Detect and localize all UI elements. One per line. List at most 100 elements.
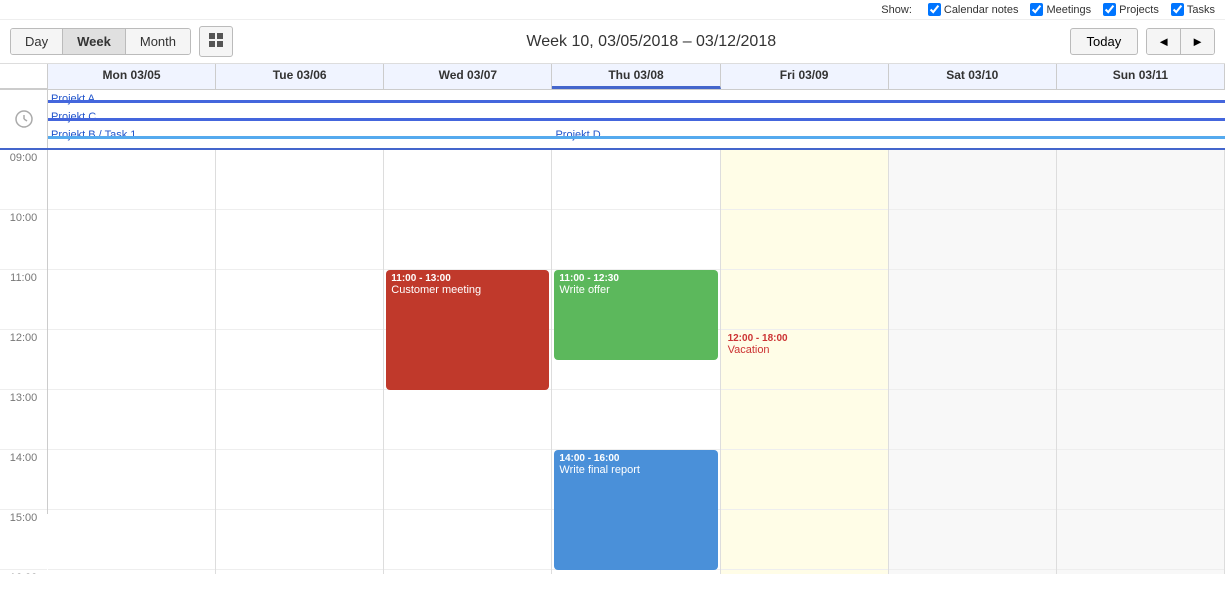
day-col-3: 11:00 - 12:30Write offer14:00 - 16:00Wri…: [552, 150, 720, 574]
hour-cell-d1-h2: [216, 210, 383, 270]
hour-cell-d1-h3: [216, 270, 383, 330]
hour-cell-d2-h2: [384, 210, 551, 270]
hour-cell-d1-h4: [216, 330, 383, 390]
hour-cell-d5-h6: [889, 450, 1056, 510]
hour-cell-d6-h6: [1057, 450, 1224, 510]
show-calendar-notes[interactable]: Calendar notes: [928, 3, 1019, 16]
today-button[interactable]: Today: [1070, 28, 1139, 55]
clock-icon: [14, 109, 34, 129]
hour-cell-d0-h3: [48, 270, 215, 330]
show-meetings[interactable]: Meetings: [1030, 3, 1091, 16]
hour-cell-d0-h1: [48, 150, 215, 210]
day-col-1: [216, 150, 384, 574]
day-header-thu: Thu 03/08: [552, 64, 720, 89]
hour-cell-d1-h7: [216, 510, 383, 570]
hour-cell-d5-h3: [889, 270, 1056, 330]
hour-cell-d3-h8: [552, 570, 719, 574]
hour-cell-d6-h5: [1057, 390, 1224, 450]
time-label-14: 14:00: [0, 450, 47, 510]
allday-content: Projekt A Projekt C Projekt B / Task 1 P…: [48, 90, 1225, 148]
projekt-c-bar: [48, 118, 1225, 121]
time-gutter-header: [0, 64, 48, 89]
hour-cell-d6-h8: [1057, 570, 1224, 574]
hour-cell-d0-h4: [48, 330, 215, 390]
day-columns: 11:00 - 13:00Customer meeting11:00 - 12:…: [48, 150, 1225, 574]
calendar-notes-checkbox[interactable]: [928, 3, 941, 16]
hour-cell-d6-h7: [1057, 510, 1224, 570]
hour-cell-d5-h5: [889, 390, 1056, 450]
month-view-button[interactable]: Month: [126, 29, 190, 54]
time-label-16: 16:00: [0, 570, 47, 574]
time-label-11: 11:00: [0, 270, 47, 330]
projects-checkbox[interactable]: [1103, 3, 1116, 16]
event-time-write_final_report: 14:00 - 16:00: [559, 453, 712, 464]
day-header-sat: Sat 03/10: [889, 64, 1057, 89]
day-view-button[interactable]: Day: [11, 29, 63, 54]
time-label-9: 09:00: [0, 150, 47, 210]
hour-cell-d5-h7: [889, 510, 1056, 570]
show-tasks[interactable]: Tasks: [1171, 3, 1215, 16]
meetings-checkbox[interactable]: [1030, 3, 1043, 16]
day-col-0: [48, 150, 216, 574]
hour-cell-d4-h2: [721, 210, 888, 270]
show-bar: Show: Calendar notes Meetings Projects T…: [0, 0, 1225, 20]
day-header-sun: Sun 03/11: [1057, 64, 1225, 89]
show-projects[interactable]: Projects: [1103, 3, 1159, 16]
projekt-b-bar: [48, 136, 552, 139]
hour-cell-d6-h3: [1057, 270, 1224, 330]
day-header-row: Mon 03/05 Tue 03/06 Wed 03/07 Thu 03/08 …: [0, 64, 1225, 90]
time-label-12: 12:00: [0, 330, 47, 390]
nav-buttons: ◄ ►: [1146, 28, 1215, 55]
hour-cell-d5-h1: [889, 150, 1056, 210]
week-view-button[interactable]: Week: [63, 29, 126, 54]
hour-cell-d5-h4: [889, 330, 1056, 390]
prev-button[interactable]: ◄: [1147, 29, 1181, 54]
event-title-write_offer: Write offer: [559, 284, 712, 296]
tasks-checkbox[interactable]: [1171, 3, 1184, 16]
hour-cell-d3-h5: [552, 390, 719, 450]
calendar-container: Mon 03/05 Tue 03/06 Wed 03/07 Thu 03/08 …: [0, 64, 1225, 574]
event-time-vacation: 12:00 - 18:00: [728, 333, 881, 344]
allday-row: Projekt A Projekt C Projekt B / Task 1 P…: [0, 90, 1225, 150]
allday-event-projekt-d[interactable]: Projekt D: [552, 128, 1225, 142]
hour-cell-d2-h6: [384, 450, 551, 510]
allday-event-projekt-b[interactable]: Projekt B / Task 1: [48, 128, 552, 142]
week-title: Week 10, 03/05/2018 – 03/12/2018: [241, 33, 1062, 51]
projekt-a-bar: [48, 100, 1225, 103]
show-label: Show:: [881, 4, 912, 16]
allday-event-projekt-c[interactable]: Projekt C: [48, 110, 1225, 124]
hour-cell-d0-h8: [48, 570, 215, 574]
hour-cell-d1-h6: [216, 450, 383, 510]
hour-cell-d0-h7: [48, 510, 215, 570]
allday-gutter: [0, 90, 48, 148]
event-write_offer[interactable]: 11:00 - 12:30Write offer: [554, 270, 717, 360]
meetings-label: Meetings: [1046, 4, 1091, 16]
next-button[interactable]: ►: [1181, 29, 1214, 54]
hour-cell-d1-h5: [216, 390, 383, 450]
hour-cell-d4-h1: [721, 150, 888, 210]
event-write_final_report[interactable]: 14:00 - 16:00Write final report: [554, 450, 717, 570]
day-col-5: [889, 150, 1057, 574]
event-vacation[interactable]: 12:00 - 18:00Vacation: [723, 330, 886, 574]
hour-cell-d2-h7: [384, 510, 551, 570]
day-header-tue: Tue 03/06: [216, 64, 384, 89]
projekt-d-bar: [552, 136, 1225, 139]
day-header-fri: Fri 03/09: [721, 64, 889, 89]
event-customer_meeting[interactable]: 11:00 - 13:00Customer meeting: [386, 270, 549, 390]
event-title-vacation: Vacation: [728, 344, 881, 356]
day-header-wed: Wed 03/07: [384, 64, 552, 89]
view-buttons: Day Week Month: [10, 28, 191, 55]
allday-event-projekt-a[interactable]: Projekt A: [48, 92, 1225, 106]
hour-cell-d0-h2: [48, 210, 215, 270]
calendar-notes-label: Calendar notes: [944, 4, 1019, 16]
grid-icon-button[interactable]: [199, 26, 233, 57]
time-area[interactable]: 09:0010:0011:0012:0013:0014:0015:0016:00…: [0, 150, 1225, 574]
hour-cell-d5-h8: [889, 570, 1056, 574]
hour-cell-d0-h6: [48, 450, 215, 510]
time-label-13: 13:00: [0, 390, 47, 450]
hour-cell-d6-h1: [1057, 150, 1224, 210]
app: Show: Calendar notes Meetings Projects T…: [0, 0, 1225, 590]
hour-cell-d0-h5: [48, 390, 215, 450]
time-label-10: 10:00: [0, 210, 47, 270]
grid-icon: [208, 32, 224, 48]
